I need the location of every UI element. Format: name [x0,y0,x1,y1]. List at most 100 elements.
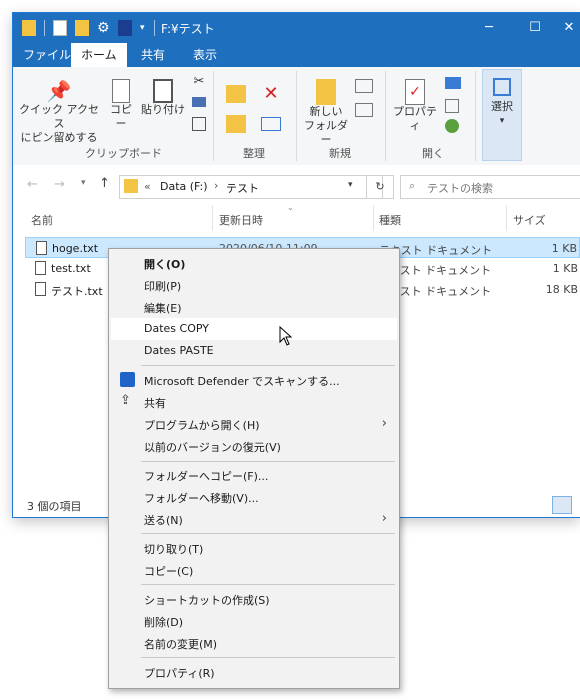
menu-separator [141,461,395,462]
paste-shortcut-icon[interactable] [192,117,206,131]
ribbon-separator [296,71,297,161]
column-divider[interactable] [373,205,374,231]
menu-item-open[interactable]: 開く(O) [111,252,397,274]
pin-quick-access-button[interactable]: 📌 クイック アクセス にピン留めする [19,79,99,145]
menu-item-rename[interactable]: 名前の変更(M) [111,632,397,654]
new-folder-button[interactable]: 新しい フォルダー [301,79,351,147]
chevron-down-icon[interactable]: ▾ [140,20,154,36]
close-button[interactable]: ✕ [558,13,580,43]
menu-item-label: コピー(C) [144,565,194,578]
column-divider[interactable] [212,205,213,231]
column-name[interactable]: 名前 [31,212,53,228]
address-bar[interactable]: « Data (F:) › テスト ▾ [119,175,383,199]
new-folder-label: フォルダー [304,119,348,146]
properties-button[interactable]: ✓ プロパティ [389,79,441,133]
menu-separator [141,365,395,366]
menu-item-copy[interactable]: コピー(C) [111,559,397,581]
new-item-icon[interactable] [355,79,373,93]
delete-icon[interactable]: ✕ [261,85,281,103]
menu-item-move-to-folder[interactable]: フォルダーへ移動(V)... [111,486,397,508]
organize-group-label: 整理 [243,147,265,160]
search-placeholder: テストの検索 [427,182,493,195]
copy-to-icon[interactable] [226,115,246,133]
clipboard-group-label: クリップボード [85,147,162,160]
up-arrow-icon[interactable]: ↑ [99,176,110,191]
tab-view[interactable]: 表示 [183,43,227,67]
new-folder-icon [316,79,336,105]
menu-item-label: Dates PASTE [144,344,214,357]
menu-item-label: フォルダーへコピー(F)... [144,470,269,483]
new-group-label: 新規 [329,147,351,160]
pin-icon: 📌 [46,79,72,103]
scissors-icon[interactable]: ✂ [191,75,207,89]
copy-label: コピー [110,103,132,130]
ribbon-tab-bar: ファイル ホーム 共有 表示 [13,43,580,67]
gear-icon[interactable]: ⚙ [97,20,111,36]
mouse-cursor-icon [279,326,293,346]
menu-item-open-with[interactable]: プログラムから開く(H) › [111,413,397,435]
tab-home[interactable]: ホーム [71,43,127,67]
menu-item-print[interactable]: 印刷(P) [111,274,397,296]
menu-item-properties[interactable]: プロパティ(R) [111,661,397,683]
move-to-icon[interactable] [226,85,246,103]
copy-icon [112,79,130,103]
menu-item-share[interactable]: ⇪ 共有 [111,391,397,413]
text-file-icon [36,241,47,255]
forward-arrow-icon[interactable]: → [54,177,65,192]
open-group-label: 開く [422,147,444,160]
menu-item-send-to[interactable]: 送る(N) › [111,508,397,530]
maximize-button[interactable]: ☐ [512,13,558,43]
sort-indicator-icon: ⌄ [287,203,294,212]
new-folder-quick-icon[interactable] [75,20,89,36]
menu-item-dates-copy[interactable]: Dates COPY [111,318,397,340]
column-size[interactable]: サイズ [513,212,546,228]
menu-item-label: プログラムから開く(H) [144,419,260,432]
menu-item-label: Dates COPY [144,322,209,335]
menu-item-label: プロパティ(R) [144,667,215,680]
pin-label: クイック アクセス [19,103,99,130]
breadcrumb-overflow[interactable]: « [144,180,151,193]
copy-path-icon[interactable] [192,97,206,107]
menu-item-edit[interactable]: 編集(E) [111,296,397,318]
menu-item-defender-scan[interactable]: Microsoft Defender でスキャンする... [111,369,397,391]
menu-item-restore-versions[interactable]: 以前のバージョンの復元(V) [111,435,397,457]
menu-item-label: 編集(E) [144,302,182,315]
back-arrow-icon[interactable]: ← [27,177,38,192]
address-dropdown-icon[interactable]: ▾ [348,180,353,190]
ribbon: 📌 クイック アクセス にピン留めする コピー 貼り付け ✂ クリップボード ✕… [13,67,580,166]
copy-button[interactable]: コピー [105,79,137,131]
refresh-button[interactable]: ↻ [366,175,394,199]
file-name: テスト.txt [51,285,103,298]
easy-access-icon[interactable] [355,103,373,117]
properties-label: プロパティ [393,105,437,132]
column-type[interactable]: 種類 [379,212,401,228]
details-view-button[interactable] [552,496,572,514]
open-icon[interactable] [445,77,461,89]
paste-label: 貼り付け [141,103,185,116]
select-button[interactable]: 選択 ▾ [482,69,522,161]
tab-share[interactable]: 共有 [131,43,175,67]
powershell-icon[interactable] [118,20,132,36]
ribbon-separator [475,71,476,161]
breadcrumb-drive[interactable]: Data (F:) [160,180,208,193]
properties-quick-icon[interactable] [53,20,67,36]
menu-item-create-shortcut[interactable]: ショートカットの作成(S) [111,588,397,610]
menu-item-cut[interactable]: 切り取り(T) [111,537,397,559]
minimize-button[interactable]: ─ [466,13,512,43]
menu-item-copy-to-folder[interactable]: フォルダーへコピー(F)... [111,464,397,486]
paste-icon [153,79,173,103]
edit-icon[interactable] [445,99,459,113]
search-input[interactable]: ⌕ テストの検索 [400,175,580,199]
menu-item-label: 開く(O) [144,258,186,271]
paste-button[interactable]: 貼り付け [141,79,185,117]
search-icon: ⌕ [409,179,416,192]
menu-item-delete[interactable]: 削除(D) [111,610,397,632]
recent-chevron-icon[interactable]: ▾ [81,178,86,188]
column-date[interactable]: 更新日時 [219,212,263,228]
menu-item-dates-paste[interactable]: Dates PASTE [111,340,397,362]
breadcrumb-folder[interactable]: テスト [226,180,259,196]
rename-icon[interactable] [261,117,281,131]
column-divider[interactable] [506,205,507,231]
history-icon[interactable] [445,119,459,133]
ribbon-separator [213,71,214,161]
